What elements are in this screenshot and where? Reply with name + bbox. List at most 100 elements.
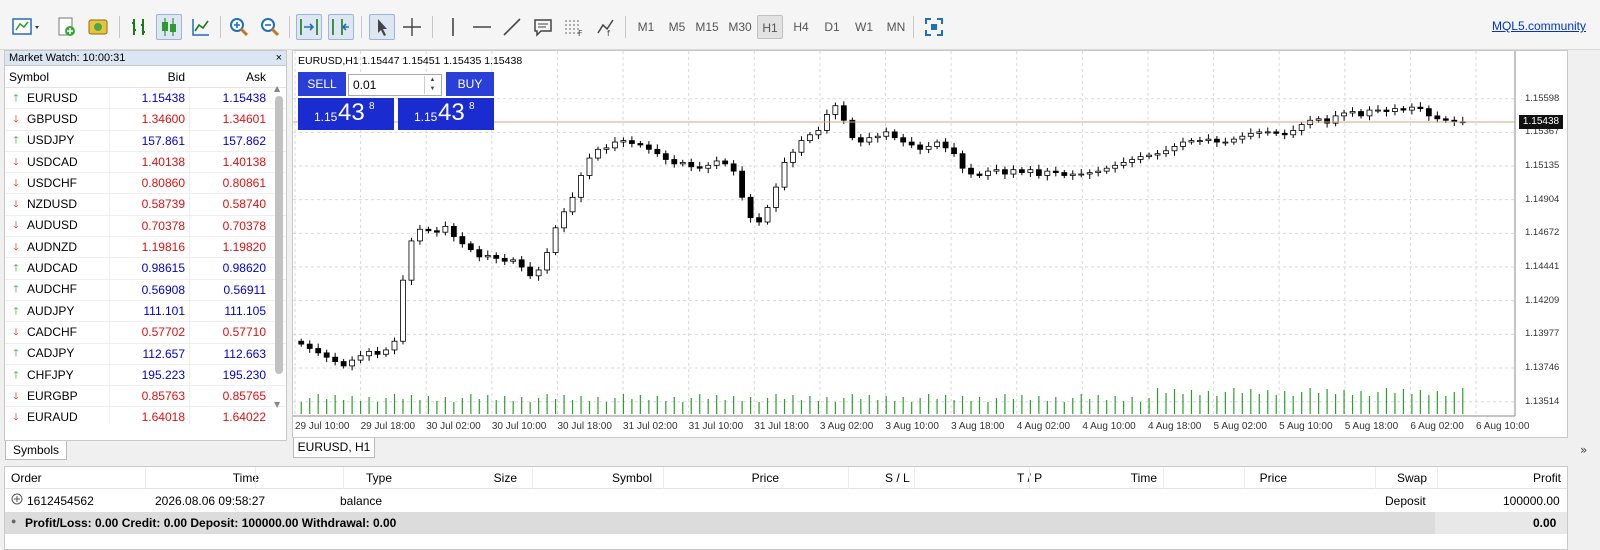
timeframe-m30[interactable]: M30 <box>725 15 755 39</box>
time-label: 6 Aug 10:00 <box>1476 421 1530 432</box>
lot-size-input[interactable]: 0.01 ▲ ▼ <box>348 74 442 96</box>
list-item[interactable]: 🡓 AUDNZD 1.19816 1.19820 <box>5 237 286 259</box>
ask-cell: 1.40138 <box>189 151 270 173</box>
sell-button[interactable]: SELL <box>298 72 346 96</box>
buy-price-pips: 43 <box>438 99 465 126</box>
list-item[interactable]: 🡑 AUDJPY 111.101 111.105 <box>5 300 286 323</box>
column-time-8[interactable]: Time <box>1131 471 1157 485</box>
balance-summary: ● Profit/Loss: 0.00 Credit: 0.00 Deposit… <box>5 512 1567 534</box>
current-price-label: 1.15438 <box>1519 114 1563 129</box>
candle <box>815 130 822 136</box>
list-item[interactable]: 🡓 GBPUSD 1.34600 1.34601 <box>5 109 286 131</box>
scroll-down-icon[interactable]: ▼ <box>274 400 280 409</box>
candle <box>340 361 347 367</box>
list-item[interactable]: 🡓 CADCHF 0.57702 0.57710 <box>5 322 286 344</box>
spin-up-icon[interactable]: ▲ <box>425 76 440 85</box>
column-type-2[interactable]: Type <box>366 471 392 485</box>
list-item[interactable]: 🡓 EURGBP 0.85763 0.85765 <box>5 386 286 408</box>
zoom-in-button[interactable] <box>226 13 252 41</box>
lot-spinner[interactable]: ▲ ▼ <box>424 76 440 94</box>
trend-line-button[interactable] <box>499 13 525 41</box>
collapse-icon[interactable]: ● <box>11 516 16 526</box>
timeframe-m5[interactable]: M5 <box>663 15 691 39</box>
expand-icon[interactable] <box>11 493 23 508</box>
candle <box>1425 108 1432 117</box>
column-swap-10[interactable]: Swap <box>1397 471 1427 485</box>
timeframe-d1[interactable]: D1 <box>819 15 845 39</box>
vertical-line-button[interactable] <box>440 13 466 41</box>
arrow-up-icon: 🡑 <box>13 369 19 381</box>
candle <box>679 162 686 165</box>
chart-window[interactable]: EURUSD,H1 1.15447 1.15451 1.15435 1.1543… <box>292 50 1568 438</box>
column-price-9[interactable]: Price <box>1260 471 1287 485</box>
cursor-button[interactable] <box>369 14 395 40</box>
column-size-3[interactable]: Size <box>494 471 517 485</box>
list-item[interactable]: 🡓 AUDUSD 0.70378 0.70378 <box>5 215 286 238</box>
close-icon[interactable]: × <box>276 51 282 66</box>
candle <box>705 164 712 169</box>
bar-chart-button[interactable] <box>125 13 153 41</box>
candle <box>790 151 796 163</box>
line-chart-button[interactable] <box>187 13 215 41</box>
candle <box>1264 131 1271 134</box>
list-item[interactable]: 🡑 EURUSD 1.15438 1.15438 <box>5 88 286 110</box>
ask-cell: 1.19820 <box>189 237 270 258</box>
timeframe-h4[interactable]: H4 <box>788 15 814 39</box>
buy-price[interactable]: 1.15 43 8 <box>398 98 494 130</box>
table-row[interactable]: 1612454562 2026.08.06 09:58:27 balance D… <box>5 490 1567 511</box>
spin-down-icon[interactable]: ▼ <box>425 85 440 94</box>
mql5-community-link[interactable]: MQL5.community <box>1492 19 1586 33</box>
list-item[interactable]: 🡓 USDCHF 0.80860 0.80861 <box>5 173 286 195</box>
tab-chart-eurusd[interactable]: EURUSD, H1 <box>293 438 375 458</box>
list-item[interactable]: 🡑 AUDCHF 0.56908 0.56911 <box>5 279 286 301</box>
horizontal-line-button[interactable] <box>469 13 495 41</box>
indicators-button[interactable]: f <box>592 13 620 41</box>
bid-cell: 0.98615 <box>109 258 189 279</box>
timeframe-w1[interactable]: W1 <box>851 15 877 39</box>
list-item[interactable]: 🡓 USDCAD 1.40138 1.40138 <box>5 151 286 174</box>
fibonacci-button[interactable]: F <box>561 13 587 41</box>
list-item[interactable]: 🡑 USDJPY 157.861 157.862 <box>5 130 286 152</box>
timeframe-mn[interactable]: MN <box>882 15 910 39</box>
fullscreen-button[interactable] <box>921 13 947 41</box>
price-label: 1.15135 <box>1525 160 1560 172</box>
list-item[interactable]: 🡑 AUDCAD 0.98615 0.98620 <box>5 258 286 280</box>
new-order-button[interactable] <box>53 13 79 41</box>
list-item[interactable]: 🡓 EURAUD 1.64018 1.64022 <box>5 407 286 424</box>
market-watch-scrollbar[interactable]: ▲ ▼ <box>274 84 284 409</box>
column-symbol[interactable]: Symbol <box>5 66 109 87</box>
list-item[interactable]: 🡑 CHFJPY 195.223 195.230 <box>5 364 286 387</box>
column-order-0[interactable]: Order <box>11 471 42 485</box>
zoom-out-button[interactable] <box>257 13 283 41</box>
tabs-more-icon[interactable]: » <box>1580 443 1587 457</box>
scrollbar-thumb[interactable] <box>275 96 283 374</box>
list-item[interactable]: 🡑 CADJPY 112.657 112.663 <box>5 343 286 365</box>
ask-cell: 0.56911 <box>189 279 270 300</box>
list-item[interactable]: 🡓 NZDUSD 0.58739 0.58740 <box>5 194 286 216</box>
timeframe-m1[interactable]: M1 <box>632 15 660 39</box>
crosshair-button[interactable] <box>399 13 425 41</box>
text-button[interactable] <box>530 13 556 41</box>
candlestick-button[interactable] <box>156 14 182 40</box>
price-label: 1.13514 <box>1525 395 1560 407</box>
chart-shift-button[interactable] <box>328 14 354 40</box>
candle <box>501 257 508 262</box>
new-chart-button[interactable] <box>8 13 46 41</box>
candle <box>1103 167 1110 172</box>
tab-symbols[interactable]: Symbols <box>5 441 67 460</box>
market-watch-toggle[interactable] <box>85 13 111 41</box>
autoscroll-button[interactable] <box>296 14 322 40</box>
symbol-name: AUDUSD <box>27 218 78 233</box>
sell-price[interactable]: 1.15 43 8 <box>298 98 394 130</box>
timeframe-h1[interactable]: H1 <box>757 15 783 39</box>
scroll-up-icon[interactable]: ▲ <box>274 84 280 93</box>
column-ask[interactable]: Ask <box>189 66 270 87</box>
timeframe-m15[interactable]: M15 <box>692 15 722 39</box>
bid-cell: 0.57702 <box>109 322 189 343</box>
column-profit-11[interactable]: Profit <box>1533 471 1561 485</box>
column-price-5[interactable]: Price <box>752 471 779 485</box>
buy-button[interactable]: BUY <box>446 72 494 96</box>
column-sl-6[interactable]: S / L <box>885 471 910 485</box>
column-symbol-4[interactable]: Symbol <box>612 471 652 485</box>
column-bid[interactable]: Bid <box>109 66 189 87</box>
